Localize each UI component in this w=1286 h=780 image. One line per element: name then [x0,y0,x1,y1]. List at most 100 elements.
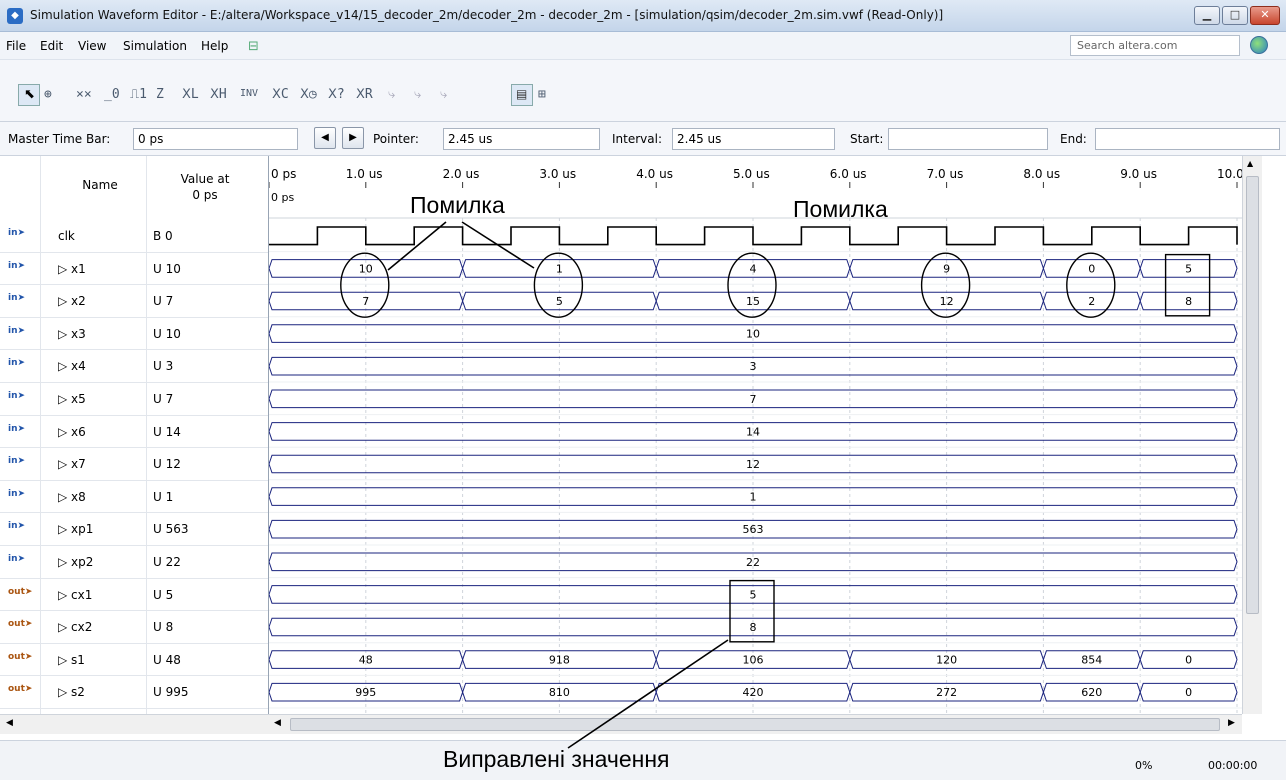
signal-name-cx2[interactable]: ▷ cx2 [58,620,92,634]
pointer-label: Pointer: [373,132,419,146]
signal-name-x7[interactable]: ▷ x7 [58,457,86,471]
input-pin-icon: in➤ [8,488,26,499]
count-value-icon[interactable]: ⅩC [272,87,289,102]
select-icon[interactable]: ⬉ [18,84,40,106]
signal-name-s1[interactable]: ▷ s1 [58,653,85,667]
signal-name-x3[interactable]: ▷ x3 [58,327,86,341]
search-input[interactable]: Search altera.com [1070,35,1240,56]
bus-value-label: 420 [743,686,764,699]
bus-value-label: 48 [359,654,373,667]
master-time-label: Master Time Bar: [8,132,111,146]
interval-input[interactable]: 2.45 us [672,128,835,150]
signal-name-x6[interactable]: ▷ x6 [58,425,86,439]
signal-value-x3: U 10 [153,326,181,341]
bus-value-label: 854 [1081,654,1102,667]
bus-value-label: 563 [743,523,764,536]
snap-to-grid-icon[interactable]: ▤ [511,84,533,106]
signal-name-x5[interactable]: ▷ x5 [58,392,86,406]
output-pin-icon: out➤ [8,586,33,597]
invert-icon[interactable]: INV [240,88,258,99]
input-pin-icon: in➤ [8,554,26,564]
input-pin-icon: in➤ [8,423,26,434]
bus-value-label: 8 [1185,295,1192,308]
time-tick-label: 4.0 us [636,167,673,181]
bus-value-label: 12 [746,458,760,471]
snap3-icon[interactable]: ⤷ [440,87,447,102]
maximize-button[interactable]: □ [1222,6,1248,25]
signal-value-x1: U 10 [153,261,181,276]
master-time-input[interactable]: 0 ps [133,128,298,150]
time-bar: Master Time Bar: 0 ps ◀ ▶ Pointer: 2.45 … [0,122,1286,156]
forcing-low-icon[interactable]: _0 [104,87,120,102]
signal-value-x4: U 3 [153,359,174,374]
input-pin-icon: in➤ [8,325,26,336]
menu-help[interactable]: Help [201,39,228,53]
forcing-high-icon[interactable]: ⎍1 [130,87,147,102]
signal-name-xp2[interactable]: ▷ xp2 [58,555,93,569]
signal-name-x2[interactable]: ▷ x2 [58,294,86,308]
snap2-icon[interactable]: ⤷ [414,87,421,102]
bus-value-label: 15 [746,295,760,308]
signal-name-x8[interactable]: ▷ x8 [58,490,86,504]
window-title: Simulation Waveform Editor - E:/altera/W… [30,8,944,22]
signal-value-clk: B 0 [153,229,173,243]
time-tick-label: 8.0 us [1023,167,1060,181]
signal-name-x4[interactable]: ▷ x4 [58,359,86,373]
interval-label: Interval: [612,132,662,146]
weak-low-icon[interactable]: ⅩL [182,87,199,102]
value-column-header[interactable]: Value at [150,172,260,186]
signal-value-s1: U 48 [153,652,181,667]
end-input[interactable] [1095,128,1280,150]
pointer-input[interactable]: 2.45 us [443,128,600,150]
arbitrary-value-icon[interactable]: ⅩR [356,87,373,102]
snap-icon[interactable]: ⤷ [388,87,395,102]
high-impedance-icon[interactable]: Z [156,87,164,102]
menu-simulation[interactable]: Simulation [123,39,187,53]
minimize-button[interactable]: ▁ [1194,6,1220,25]
start-label: Start: [850,132,884,146]
signal-value-x5: U 7 [153,392,174,406]
time-tick-label: 10.0 us [1217,167,1243,181]
app-icon: ◆ [7,8,23,24]
horizontal-scrollbar[interactable]: ◀ ▶ [268,714,1242,734]
bus-value-label: 8 [750,621,757,634]
grid-icon[interactable]: ⊞ [538,87,546,102]
name-column-header[interactable]: Name [60,178,140,192]
start-input[interactable] [888,128,1048,150]
value-column-time: 0 ps [192,188,218,202]
end-label: End: [1060,132,1087,146]
prev-transition-button[interactable]: ◀ [314,127,336,149]
vertical-scrollbar[interactable]: ▲ [1242,156,1262,714]
bus-value-label: 12 [940,295,954,308]
elapsed-time: 00:00:00 [1208,759,1258,772]
signal-name-x1[interactable]: ▷ x1 [58,262,86,276]
comment-icon[interactable]: ⊟ [248,39,259,54]
clock-icon[interactable]: Ⅹ◷ [300,87,317,102]
time-tick-label: 9.0 us [1120,167,1157,181]
output-pin-icon: out➤ [8,684,33,695]
menu-edit[interactable]: Edit [40,39,63,53]
globe-icon[interactable] [1250,36,1268,54]
signal-name-xp1[interactable]: ▷ xp1 [58,522,93,536]
input-pin-icon: in➤ [8,228,26,238]
waveform-view[interactable]: 0 ps 1.0 us 2.0 us 3.0 us 4.0 us 5.0 us 6.0 us… [268,156,1261,714]
weak-high-icon[interactable]: ⅩH [210,87,227,102]
bus-value-label: 1 [750,491,757,504]
next-transition-button[interactable]: ▶ [342,127,364,149]
menu-view[interactable]: View [78,39,106,53]
signal-name-clk[interactable]: clk [58,229,75,243]
name-scrollbar[interactable]: ◀ [0,714,268,734]
input-pin-icon: in➤ [8,293,26,304]
output-pin-icon: out➤ [8,651,33,662]
bus-value-label: 4 [750,262,757,275]
signal-value-x7: U 12 [153,457,181,472]
signal-name-cx1[interactable]: ▷ cx1 [58,588,92,602]
menu-file[interactable]: File [6,39,26,53]
bus-value-label: 0 [1185,654,1192,667]
random-icon[interactable]: Ⅹ? [328,87,345,102]
uninitialized-icon[interactable]: ⨯⨯ [76,87,92,102]
time-tick-label: 5.0 us [733,167,770,181]
signal-name-s2[interactable]: ▷ s2 [58,685,85,699]
close-button[interactable]: ✕ [1250,6,1280,25]
zoom-icon[interactable]: ⊕ [44,87,52,102]
